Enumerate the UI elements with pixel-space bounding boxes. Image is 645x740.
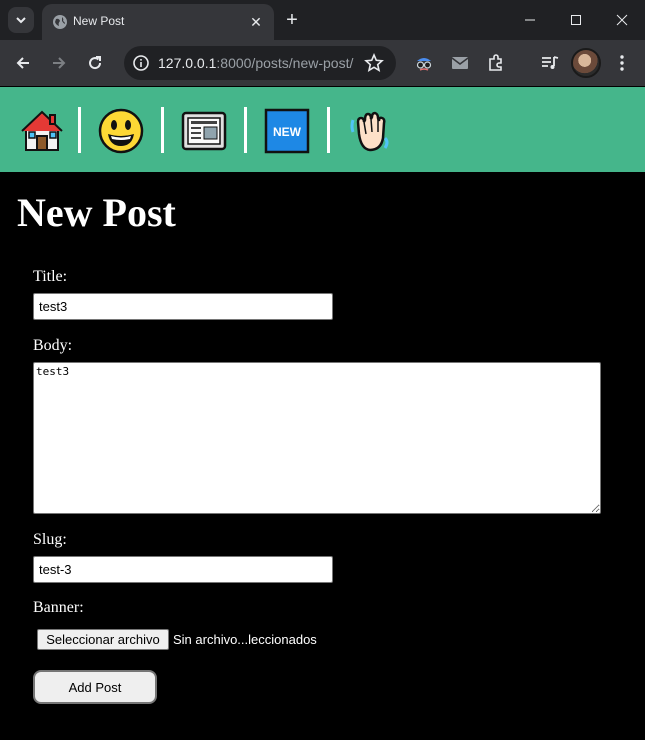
globe-icon [53,15,67,29]
browser-tab[interactable]: New Post ✕ [42,4,274,40]
choose-file-button[interactable]: Seleccionar archivo [37,629,169,650]
body-label: Body: [33,337,73,354]
close-icon [616,14,628,26]
back-button[interactable] [11,51,35,75]
nav-separator [244,107,247,153]
extensions-puzzle-icon[interactable] [486,53,506,73]
reload-icon [89,56,102,70]
nav-separator [161,107,164,153]
media-queue-icon[interactable] [540,53,560,73]
forward-button[interactable] [47,51,71,75]
nav-new-post-link[interactable]: NEW [263,107,311,155]
url-text[interactable]: 127.0.0.1:8000/posts/new-post/ [158,55,353,71]
file-status-text: Sin archivo...leccionados [173,632,317,647]
chevron-down-icon [16,17,26,24]
new-tab-button[interactable]: + [280,8,304,32]
maximize-icon [571,15,581,25]
tab-title: New Post [73,14,125,28]
nav-home-link[interactable] [18,107,66,155]
minimize-icon [525,19,535,21]
nav-separator [327,107,330,153]
title-input[interactable] [33,293,333,320]
info-icon[interactable] [132,54,150,72]
house-icon [21,110,63,151]
browser-toolbar: 127.0.0.1:8000/posts/new-post/ [0,40,645,86]
nav-posts-link[interactable] [180,107,228,155]
arrow-right-icon [53,57,66,69]
browser-tab-strip: New Post ✕ + [0,0,645,40]
url-host: 127.0.0.1 [158,55,217,71]
close-window-button[interactable] [599,0,645,40]
reload-button[interactable] [83,51,107,75]
page-title: New Post [17,190,176,235]
nav-logout-link[interactable] [346,107,394,155]
profile-avatar[interactable] [571,48,601,78]
url-path: :8000/posts/new-post/ [216,55,354,71]
nav-separator [78,107,81,153]
smiley-face-icon [98,108,144,154]
address-bar[interactable]: 127.0.0.1:8000/posts/new-post/ [124,46,396,80]
kebab-menu-icon[interactable] [612,53,632,73]
waving-hand-icon [350,111,389,152]
site-navbar: NEW [0,87,645,172]
title-label: Title: [33,268,68,285]
maximize-button[interactable] [553,0,599,40]
arrow-left-icon [16,57,29,69]
bookmark-star-icon[interactable] [364,53,384,73]
spy-extension-icon[interactable] [414,53,434,73]
slug-input[interactable] [33,556,333,583]
minimize-button[interactable] [507,0,553,40]
close-tab-icon[interactable]: ✕ [248,14,264,30]
new-badge-text: NEW [273,125,302,139]
tab-search-button[interactable] [8,7,34,33]
new-badge-icon: NEW [264,108,310,154]
mail-icon[interactable] [450,53,470,73]
banner-label: Banner: [33,599,84,616]
body-textarea[interactable]: test3 [33,362,601,514]
slug-label: Slug: [33,531,67,548]
nav-about-link[interactable] [97,107,145,155]
add-post-button[interactable]: Add Post [33,670,157,704]
newspaper-icon [181,111,227,151]
